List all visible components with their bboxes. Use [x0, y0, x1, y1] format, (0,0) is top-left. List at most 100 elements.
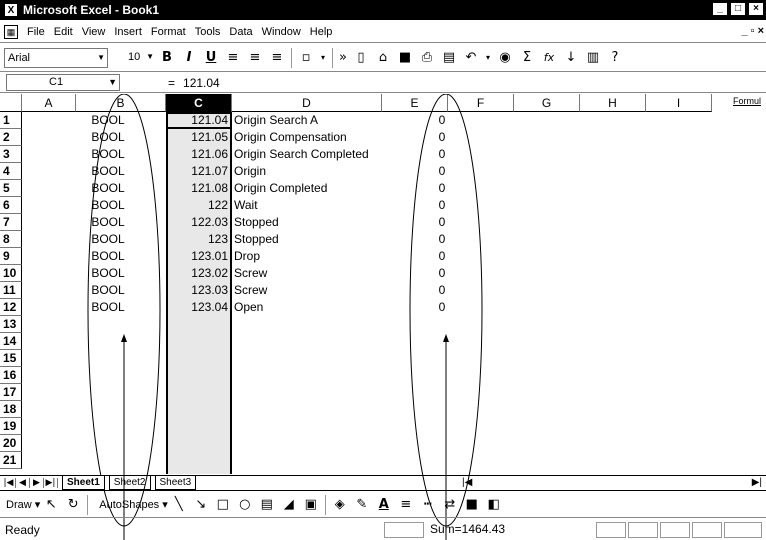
cell-e[interactable]: 0 [412, 180, 472, 197]
cell-e[interactable]: 0 [412, 248, 472, 265]
cell-d[interactable]: Origin Compensation [232, 129, 412, 146]
first-sheet-icon[interactable]: |◀ [2, 478, 16, 488]
line-icon[interactable]: ╲ [168, 494, 190, 516]
cell-d[interactable]: Stopped [232, 214, 412, 231]
row-header[interactable]: 8 [0, 231, 22, 248]
cell-d[interactable]: Screw [232, 265, 412, 282]
paste-function-button[interactable]: fx [538, 47, 560, 69]
print-icon[interactable]: ⎙ [416, 47, 438, 69]
align-center-icon[interactable]: ≡ [244, 47, 266, 69]
column-header-a[interactable]: A [22, 94, 76, 112]
cell-c[interactable]: 123 [166, 231, 230, 248]
row-header[interactable]: 20 [0, 435, 22, 452]
cell-c[interactable]: 121.08 [166, 180, 230, 197]
open-folder-icon[interactable]: ⌂ [372, 47, 394, 69]
font-name-select[interactable]: Arial ▼ [4, 47, 108, 68]
cell-c[interactable]: 121.05 [166, 129, 230, 146]
menu-tools[interactable]: Tools [195, 26, 221, 38]
align-left-icon[interactable]: ≡ [222, 47, 244, 69]
cell-e[interactable]: 0 [412, 282, 472, 299]
chevron-down-icon[interactable]: ▾ [482, 47, 494, 69]
row-header[interactable]: 11 [0, 282, 22, 299]
cell-b[interactable]: BOOL [76, 163, 140, 180]
undo-icon[interactable]: ↶ [460, 47, 482, 69]
cell-e[interactable]: 0 [412, 197, 472, 214]
paste-icon[interactable]: ▤ [438, 47, 460, 69]
italic-button[interactable]: I [178, 47, 200, 69]
text-box-icon[interactable]: ▤ [256, 494, 278, 516]
cell-d[interactable]: Origin Search Completed [232, 146, 412, 163]
row-header[interactable]: 12 [0, 299, 22, 316]
arrow-style-icon[interactable]: ⇄ [439, 494, 461, 516]
autosum-button[interactable]: Σ [516, 47, 538, 69]
cell-d[interactable]: Stopped [232, 231, 412, 248]
rectangle-icon[interactable]: □ [212, 494, 234, 516]
column-header-d[interactable]: D [232, 94, 382, 112]
cell-b[interactable]: BOOL [76, 180, 140, 197]
bold-button[interactable]: B [156, 47, 178, 69]
cell-d[interactable]: Origin Completed [232, 180, 412, 197]
more-buttons-icon[interactable]: » [336, 47, 350, 69]
cell-e[interactable]: 0 [412, 231, 472, 248]
help-icon[interactable]: ? [604, 47, 626, 69]
cell-d[interactable]: Wait [232, 197, 412, 214]
line-style-icon[interactable]: ≡ [395, 494, 417, 516]
web-icon[interactable]: ◉ [494, 47, 516, 69]
line-color-icon[interactable]: ✎ [351, 494, 373, 516]
column-header-f[interactable]: F [448, 94, 514, 112]
row-header[interactable]: 10 [0, 265, 22, 282]
column-header-g[interactable]: G [514, 94, 580, 112]
tab-sheet1[interactable]: Sheet1 [62, 476, 105, 490]
cell-b[interactable]: BOOL [76, 146, 140, 163]
cell-b[interactable]: BOOL [76, 248, 140, 265]
row-header[interactable]: 7 [0, 214, 22, 231]
sort-ascending-icon[interactable]: ↓ [560, 47, 582, 69]
menu-insert[interactable]: Insert [114, 26, 142, 38]
row-header[interactable]: 2 [0, 129, 22, 146]
column-header-c[interactable]: C [166, 94, 232, 112]
scroll-left-icon[interactable]: |◀ [462, 477, 472, 488]
column-header-e[interactable]: E [382, 94, 448, 112]
cell-b[interactable]: BOOL [76, 299, 140, 316]
menu-window[interactable]: Window [262, 26, 301, 38]
cell-c[interactable]: 123.02 [166, 265, 230, 282]
last-sheet-icon[interactable]: ▶| [44, 478, 58, 488]
row-header[interactable]: 6 [0, 197, 22, 214]
cell-c[interactable]: 122.03 [166, 214, 230, 231]
tab-sheet3[interactable]: Sheet3 [154, 476, 197, 490]
fill-color-icon[interactable]: ◈ [329, 494, 351, 516]
cell-b[interactable]: BOOL [76, 112, 140, 129]
cell-d[interactable]: Origin Search A [232, 112, 412, 129]
row-header[interactable]: 17 [0, 384, 22, 401]
excel-app-icon[interactable]: X [4, 3, 18, 17]
close-button[interactable]: × [748, 2, 764, 16]
row-header[interactable]: 3 [0, 146, 22, 163]
chevron-down-icon[interactable]: ▾ [317, 47, 329, 69]
worksheet-grid[interactable]: A B C D E F G H I Formul 1 BOOL 121.04 O… [0, 94, 766, 540]
maximize-button[interactable]: □ [730, 2, 746, 16]
cell-c[interactable]: 121.06 [166, 146, 230, 163]
cell-d[interactable]: Origin [232, 163, 412, 180]
free-rotate-icon[interactable]: ↻ [62, 494, 84, 516]
menu-file[interactable]: File [27, 26, 45, 38]
edit-formula-button[interactable]: = [168, 76, 175, 90]
row-header[interactable]: 1 [0, 112, 22, 129]
row-header[interactable]: 5 [0, 180, 22, 197]
menu-data[interactable]: Data [229, 26, 252, 38]
cell-c[interactable]: 123.01 [166, 248, 230, 265]
cell-e[interactable]: 0 [412, 265, 472, 282]
scroll-right-icon[interactable]: ▶| [752, 477, 762, 488]
cell-b[interactable]: BOOL [76, 231, 140, 248]
cell-d[interactable]: Open [232, 299, 412, 316]
shadow-icon[interactable]: ■ [461, 494, 483, 516]
wordart-icon[interactable]: ◢ [278, 494, 300, 516]
column-header-i[interactable]: I [646, 94, 712, 112]
cell-b[interactable]: BOOL [76, 282, 140, 299]
minimize-button[interactable]: _ [712, 2, 728, 16]
cell-b[interactable]: BOOL [76, 214, 140, 231]
cell-e[interactable]: 0 [412, 214, 472, 231]
formula-input[interactable]: 121.04 [183, 76, 220, 90]
name-box[interactable]: C1 ▼ [6, 74, 120, 91]
new-document-icon[interactable]: ▯ [350, 47, 372, 69]
menu-view[interactable]: View [82, 26, 106, 38]
